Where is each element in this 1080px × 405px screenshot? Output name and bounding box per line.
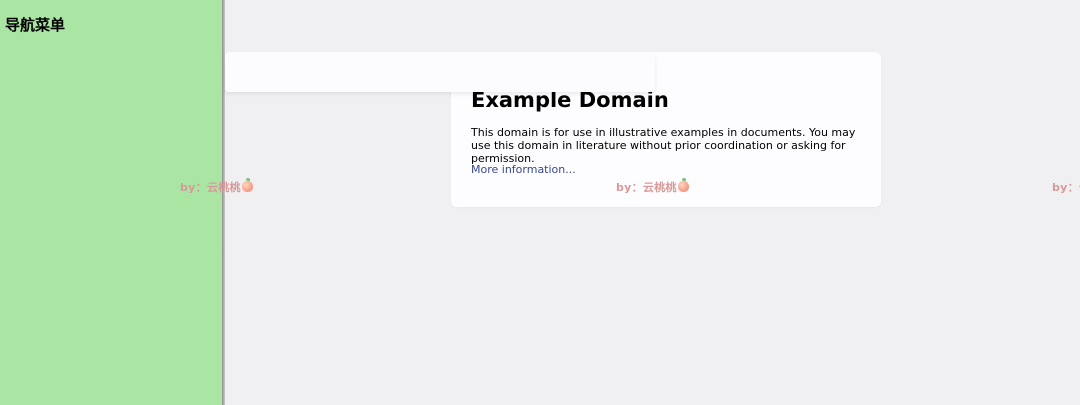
app-window: 导航菜单 Example Domain This domain is for u… [0,0,1080,405]
watermark-text: by：云桃桃 [1052,181,1080,194]
watermark-text: by：云桃桃 [616,181,677,194]
page-description: This domain is for use in illustrative e… [471,126,856,165]
watermark: by：云桃桃 [1052,179,1080,195]
watermark: by：云桃桃 [180,178,253,195]
peach-icon [241,178,253,192]
peach-icon [677,178,689,192]
floating-header-bar [225,52,655,92]
sidebar: 导航菜单 [0,0,222,405]
more-information-link[interactable]: More information... [471,163,576,176]
sidebar-title: 导航菜单 [5,16,66,34]
watermark: by：云桃桃 [616,178,689,195]
watermark-text: by：云桃桃 [180,181,241,194]
